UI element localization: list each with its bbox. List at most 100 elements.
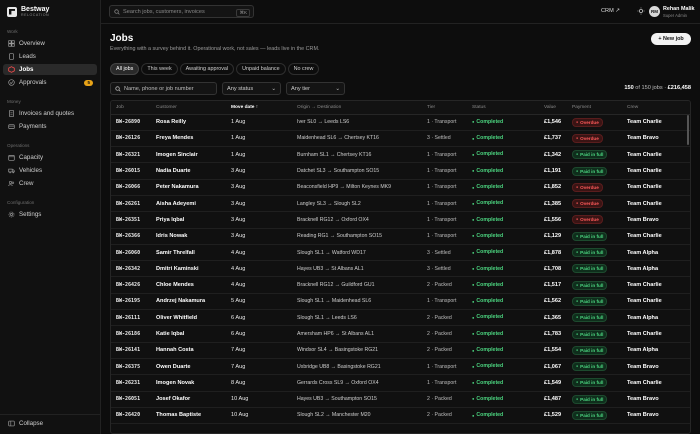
table-row[interactable]: BW-26261 Aisha Adeyemi 3 Aug Langley SL3 → … [111,195,690,213]
table-row[interactable]: BW-26366 Idris Nowak 3 Aug Reading RG1 → So… [111,228,690,245]
table-row[interactable]: BW-26141 Hannah Costa 7 Aug Windsor SL4 → B… [111,342,690,359]
table-row[interactable]: BW-26126 Freya Mendes 1 Aug Maidenhead SL6 … [111,130,690,148]
payment-cell: Overdue [567,114,622,131]
column-header-tier[interactable]: Tier [422,101,467,115]
table-row[interactable]: BW-26186 Katie Iqbal 6 Aug Amersham HP6 → S… [111,325,690,343]
table-row[interactable]: BW-26890 Rosa Reilly 1 Aug Iver SL0 → Leeds… [111,114,690,131]
tab-all-jobs[interactable]: All jobs [110,63,140,75]
sidebar-item-payments[interactable]: Payments [3,121,97,132]
tier-cell: 1 · Transport [422,162,467,180]
column-header-move-date[interactable]: Move date ↑ [226,101,292,115]
payment-badge: Paid in full [572,296,608,306]
status-select-value: Any status [227,85,254,92]
tier-select[interactable]: Any tier ⌄ [286,82,345,95]
sidebar-item-capacity[interactable]: Capacity [3,152,97,163]
customer-cell: Katie Iqbal [151,325,226,343]
brand[interactable]: Bestway RELOCATION [7,6,49,17]
status-badge: Completed [472,119,503,125]
job-cell: BW-26141 [111,342,151,359]
tier-cell: 3 · Settled [422,260,467,278]
filter-tabs: All jobs This week Awaiting approval Unp… [110,63,320,76]
status-badge: Completed [472,412,503,418]
route-cell: Slough SL1 → Leeds LS6 [292,309,422,327]
route-cell: Iver SL0 → Leeds LS6 [292,114,422,131]
value-cell: £1,878 [539,244,567,262]
tier-cell: 1 · Transport [422,293,467,311]
table-row[interactable]: BW-26060 Samir Threlfall 4 Aug Slough SL1 →… [111,244,690,262]
avatar[interactable]: RM [649,6,660,17]
column-header-status[interactable]: Status [467,101,539,115]
crm-link[interactable]: CRM ↗ [601,8,620,14]
table-row[interactable]: BW-26066 Peter Nakamura 3 Aug Beaconsfield … [111,179,690,196]
route-cell: Hayes UB3 → Southampton SO15 [292,391,422,408]
new-job-button[interactable]: + New job [651,33,691,45]
sidebar-item-approvals[interactable]: Approvals 5 [3,77,97,88]
sidebar-item-overview[interactable]: Overview [3,38,97,49]
job-search-placeholder: Name, phone or job number [124,85,194,92]
value-cell: £1,562 [539,293,567,311]
job-search-input[interactable]: Name, phone or job number [110,82,217,95]
tier-select-value: Any tier [291,85,310,92]
payment-badge: Paid in full [572,248,608,258]
customer-cell: Samir Threlfall [151,244,226,262]
table-row[interactable]: BW-26420 Thomas Baptiste 10 Aug Slough SL2 … [111,407,690,425]
sidebar-item-invoices[interactable]: Invoices and quotes [3,108,97,119]
table-row[interactable]: BW-26342 Dmitri Kaminski 4 Aug Hayes UB3 → … [111,260,690,278]
sidebar-item-crew[interactable]: Crew [3,178,97,189]
sidebar-item-jobs[interactable]: Jobs [3,64,97,75]
payment-badge: Overdue [572,117,603,127]
route-cell: Langley SL3 → Slough SL2 [292,195,422,213]
customer-cell: Imogen Novak [151,374,226,392]
table-scrollbar[interactable] [687,115,689,145]
tab-awaiting-approval[interactable]: Awaiting approval [179,63,235,75]
table-row[interactable]: BW-26321 Imogen Sinclair 1 Aug Burnham SL1 … [111,146,690,164]
table-body: BW-26890 Rosa Reilly 1 Aug Iver SL0 → Leeds… [111,114,690,425]
tab-no-crew[interactable]: No crew [287,63,320,75]
tier-cell: 3 · Settled [422,130,467,148]
value-cell: £1,365 [539,309,567,327]
tab-this-week[interactable]: This week [141,63,178,75]
column-header-route[interactable]: Origin → Destination [292,101,422,115]
status-cell: Completed [467,325,539,343]
nav-section-configuration: Configuration [7,200,35,205]
document-icon [9,53,14,60]
sidebar-item-label: Settings [19,211,42,218]
column-header-customer[interactable]: Customer [151,101,226,115]
value-cell: £1,852 [539,179,567,196]
sidebar-item-label: Crew [19,180,34,187]
table-row[interactable]: BW-26111 Oliver Whitfield 6 Aug Slough SL1 … [111,309,690,327]
value-cell: £1,342 [539,146,567,164]
global-search-input[interactable]: Search jobs, customers, invoices ⌘K [109,5,254,18]
status-badge: Completed [472,347,503,353]
job-cell: BW-26351 [111,211,151,229]
column-header-payment[interactable]: Payment [567,101,622,115]
column-header-job[interactable]: Job [111,101,151,115]
status-badge: Completed [472,151,503,157]
table-row[interactable]: BW-26375 Owen Duarte 7 Aug Uxbridge UB8 → B… [111,358,690,376]
customer-cell: Imogen Sinclair [151,146,226,164]
table-row[interactable]: BW-26051 Josef Okafor 10 Aug Hayes UB3 → So… [111,391,690,408]
table-row[interactable]: BW-26351 Priya Iqbal 3 Aug Bracknell RG12 →… [111,211,690,229]
table-row[interactable]: BW-26015 Nadia Duarte 3 Aug Datchet SL3 → S… [111,162,690,180]
sidebar-item-settings[interactable]: Settings [3,209,97,220]
move-date-cell: 1 Aug [226,130,292,148]
sidebar-item-vehicles[interactable]: Vehicles [3,165,97,176]
status-select[interactable]: Any status ⌄ [222,82,281,95]
column-header-value[interactable]: Value [539,101,567,115]
results-summary: 150 of 150 jobs · £216,458 [624,85,691,91]
collapse-sidebar-button[interactable]: Collapse [3,418,97,429]
column-header-crew[interactable]: Crew [622,101,690,115]
table-row[interactable]: BW-26195 Andrzej Nakamura 5 Aug Slough SL1 … [111,293,690,311]
table-row[interactable]: BW-26231 Imogen Novak 8 Aug Gerrards Cross … [111,374,690,392]
status-badge: Completed [472,331,503,337]
payment-badge: Paid in full [572,394,608,404]
tab-unpaid-balance[interactable]: Unpaid balance [236,63,286,75]
status-cell: Completed [467,162,539,180]
value-cell: £1,549 [539,374,567,392]
sidebar-item-leads[interactable]: Leads [3,51,97,62]
users-icon [8,181,15,187]
route-cell: Datchet SL3 → Southampton SO15 [292,162,422,180]
table-row[interactable]: BW-26426 Chloe Mendes 4 Aug Bracknell RG12 … [111,276,690,294]
sun-icon[interactable] [637,7,645,15]
payment-badge: Paid in full [572,345,608,355]
